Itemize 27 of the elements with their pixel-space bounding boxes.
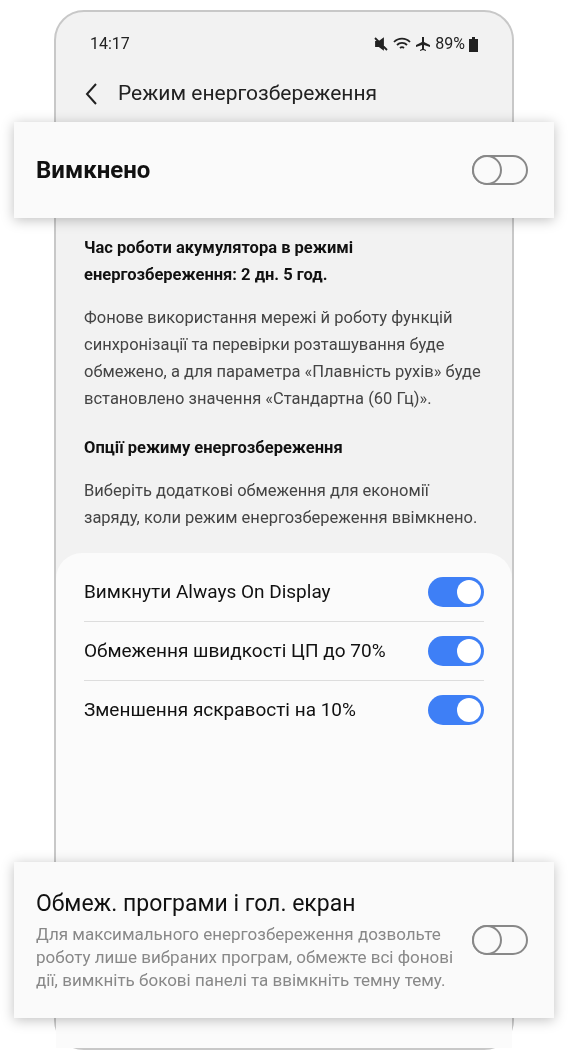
option-row[interactable]: Зменшення яскравості на 10% — [84, 681, 484, 739]
option-label: Вимкнути Always On Display — [84, 579, 331, 605]
mute-icon — [373, 36, 390, 52]
limit-apps-row[interactable]: Обмеж. програми і гол. екран Для максимального енергозбереження дозвольте роботу лише вибраних програм, обмежте всі фонові дії, вимкніть бокові панелі та ввімкніть темну тему. — [14, 862, 554, 1018]
option-label: Зменшення яскравості на 10% — [84, 697, 356, 723]
battery-icon — [469, 36, 478, 52]
option-toggle[interactable] — [428, 636, 484, 666]
option-row[interactable]: Вимкнути Always On Display — [84, 563, 484, 622]
option-row[interactable]: Обмеження швидкості ЦП до 70% — [84, 622, 484, 681]
limit-apps-title: Обмеж. програми і гол. екран — [36, 888, 357, 919]
option-toggle[interactable] — [428, 577, 484, 607]
master-toggle[interactable] — [472, 155, 528, 185]
option-toggle[interactable] — [428, 695, 484, 725]
master-switch-label: Вимкнено — [36, 155, 151, 186]
status-time: 14:17 — [90, 33, 130, 55]
battery-time-text: Час роботи акумулятора в режимі енергозбереження: 2 дн. 5 год. — [84, 237, 355, 286]
options-description: Виберіть додаткові обмеження для економії заряду, коли режим енергозбереження ввімкнено. — [84, 480, 479, 529]
page-title: Режим енергозбереження — [118, 80, 378, 108]
option-label: Обмеження швидкості ЦП до 70% — [84, 638, 386, 664]
limit-apps-toggle[interactable] — [472, 925, 528, 955]
limit-apps-description: Для максимального енергозбереження дозвольте роботу лише вибраних програм, обмежте всі фонові дії, вимкніть бокові панелі та ввімкніть темну тему. — [36, 922, 455, 992]
wifi-icon — [393, 36, 412, 52]
battery-percent: 89% — [435, 33, 465, 55]
options-heading: Опції режиму енергозбереження — [84, 437, 344, 459]
airplane-icon — [415, 36, 432, 52]
description-text: Фонове використання мережі й роботу функцій синхронізації та перевірки розташування буде обмежено, а для параметра «Плавність рухів» буде встановлено значення «Стандартна (60 Гц)». — [84, 307, 482, 410]
master-switch-row[interactable]: Вимкнено — [14, 122, 554, 218]
